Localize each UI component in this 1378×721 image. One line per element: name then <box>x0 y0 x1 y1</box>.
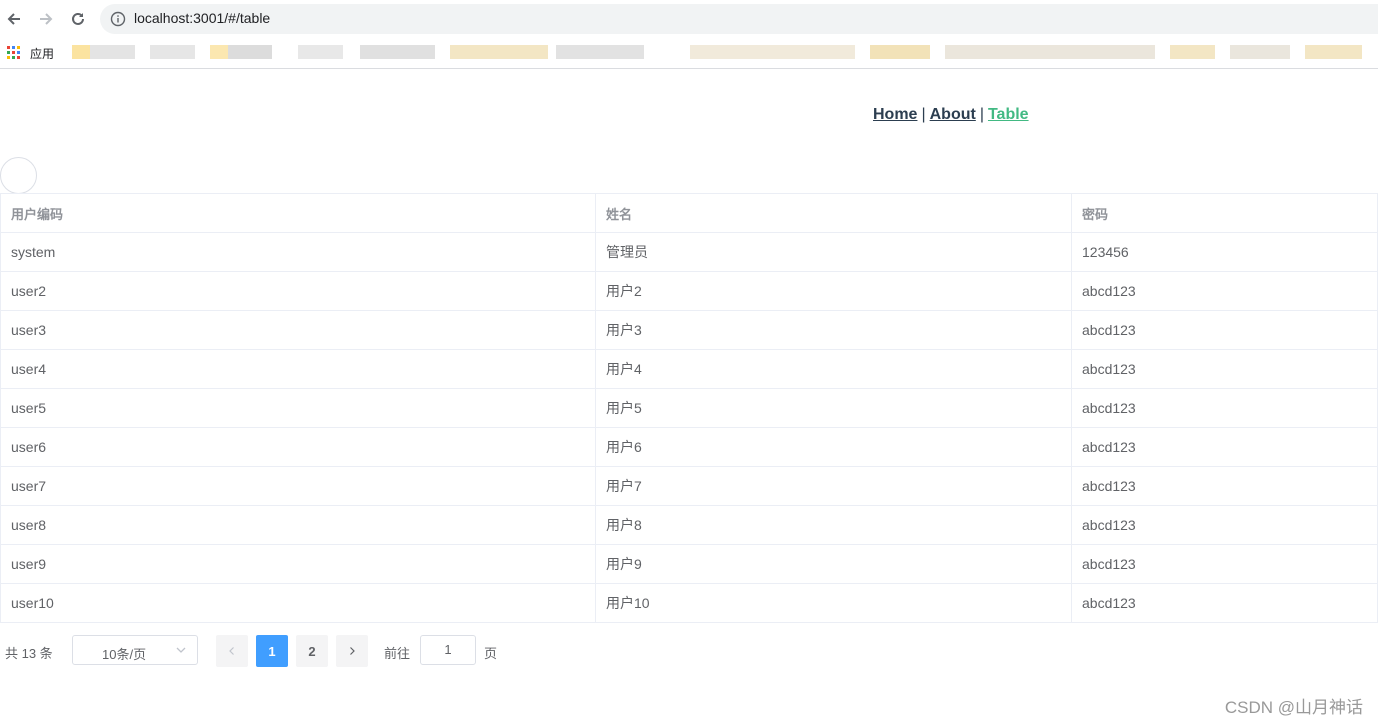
cell-password: abcd123 <box>1071 505 1378 545</box>
cell-password: abcd123 <box>1071 271 1378 311</box>
cell-name: 用户4 <box>595 349 1072 389</box>
forward-arrow-icon[interactable] <box>35 8 57 30</box>
table-row[interactable]: user5 用户5 abcd123 <box>0 388 1378 428</box>
cell-user-code: user3 <box>0 310 596 350</box>
cell-name: 用户2 <box>595 271 1072 311</box>
pagination: 共 13 条 10条/页 1 2 前往 1 页 <box>0 635 600 667</box>
cell-password: abcd123 <box>1071 427 1378 467</box>
avatar-placeholder <box>0 157 37 194</box>
page-button-2[interactable]: 2 <box>296 635 328 667</box>
table-row[interactable]: user9 用户9 abcd123 <box>0 544 1378 584</box>
cell-password: 123456 <box>1071 232 1378 272</box>
reload-icon[interactable] <box>67 8 89 30</box>
nav-separator: | <box>921 106 926 123</box>
page-size-value: 10条/页 <box>102 647 147 662</box>
nav-home-link[interactable]: Home <box>873 106 917 123</box>
nav-separator: | <box>979 106 984 123</box>
next-page-button[interactable] <box>336 635 368 667</box>
table-row[interactable]: system 管理员 123456 <box>0 232 1378 272</box>
url-text[interactable]: localhost:3001/#/table <box>134 10 270 26</box>
cell-name: 用户5 <box>595 388 1072 428</box>
chevron-down-icon <box>176 647 186 653</box>
page-button-1[interactable]: 1 <box>256 635 288 667</box>
nav-about-link[interactable]: About <box>930 106 976 123</box>
table-row[interactable]: user4 用户4 abcd123 <box>0 349 1378 389</box>
page-size-select[interactable]: 10条/页 <box>72 635 198 665</box>
cell-user-code: user8 <box>0 505 596 545</box>
cell-password: abcd123 <box>1071 388 1378 428</box>
cell-password: abcd123 <box>1071 310 1378 350</box>
cell-name: 用户6 <box>595 427 1072 467</box>
nav-table-link[interactable]: Table <box>988 106 1029 123</box>
apps-grid-icon[interactable] <box>7 46 20 59</box>
cell-user-code: user2 <box>0 271 596 311</box>
chevron-right-icon <box>350 647 355 655</box>
table-row[interactable]: user3 用户3 abcd123 <box>0 310 1378 350</box>
cell-user-code: system <box>0 232 596 272</box>
cell-user-code: user6 <box>0 427 596 467</box>
cell-user-code: user7 <box>0 466 596 506</box>
table-row[interactable]: user10 用户10 abcd123 <box>0 583 1378 623</box>
bookmarks-bar: 应用 <box>0 38 1378 69</box>
blurred-bookmarks <box>72 45 1362 59</box>
cell-name: 用户3 <box>595 310 1072 350</box>
cell-password: abcd123 <box>1071 583 1378 623</box>
watermark: CSDN @山月神话 <box>1224 698 1363 717</box>
header-name[interactable]: 姓名 <box>595 193 1072 233</box>
browser-toolbar: localhost:3001/#/table <box>0 0 1378 38</box>
cell-name: 用户8 <box>595 505 1072 545</box>
prev-page-button[interactable] <box>216 635 248 667</box>
users-table: 用户编码 姓名 密码 system 管理员 123456 user2 用户2 abcd1… <box>0 193 1378 623</box>
cell-user-code: user5 <box>0 388 596 428</box>
info-icon[interactable] <box>110 11 126 27</box>
table-row[interactable]: user8 用户8 abcd123 <box>0 505 1378 545</box>
goto-suffix: 页 <box>484 646 498 661</box>
header-password[interactable]: 密码 <box>1071 193 1378 233</box>
table-row[interactable]: user2 用户2 abcd123 <box>0 271 1378 311</box>
cell-name: 用户10 <box>595 583 1072 623</box>
header-user-code[interactable]: 用户编码 <box>0 193 596 233</box>
goto-label: 前往 <box>384 646 411 661</box>
chevron-left-icon <box>229 647 234 655</box>
cell-name: 用户9 <box>595 544 1072 584</box>
table-header-row: 用户编码 姓名 密码 <box>0 193 1378 233</box>
table-row[interactable]: user6 用户6 abcd123 <box>0 427 1378 467</box>
total-count: 共 13 条 <box>5 646 53 661</box>
cell-password: abcd123 <box>1071 349 1378 389</box>
goto-page-input[interactable]: 1 <box>420 635 476 665</box>
cell-user-code: user10 <box>0 583 596 623</box>
cell-name: 用户7 <box>595 466 1072 506</box>
cell-name: 管理员 <box>595 232 1072 272</box>
cell-password: abcd123 <box>1071 544 1378 584</box>
address-bar[interactable]: localhost:3001/#/table <box>100 4 1378 34</box>
back-arrow-icon[interactable] <box>3 8 25 30</box>
cell-user-code: user4 <box>0 349 596 389</box>
cell-user-code: user9 <box>0 544 596 584</box>
table-row[interactable]: user7 用户7 abcd123 <box>0 466 1378 506</box>
apps-label[interactable]: 应用 <box>30 45 54 62</box>
app-nav: Home | About | Table <box>873 106 1029 124</box>
cell-password: abcd123 <box>1071 466 1378 506</box>
